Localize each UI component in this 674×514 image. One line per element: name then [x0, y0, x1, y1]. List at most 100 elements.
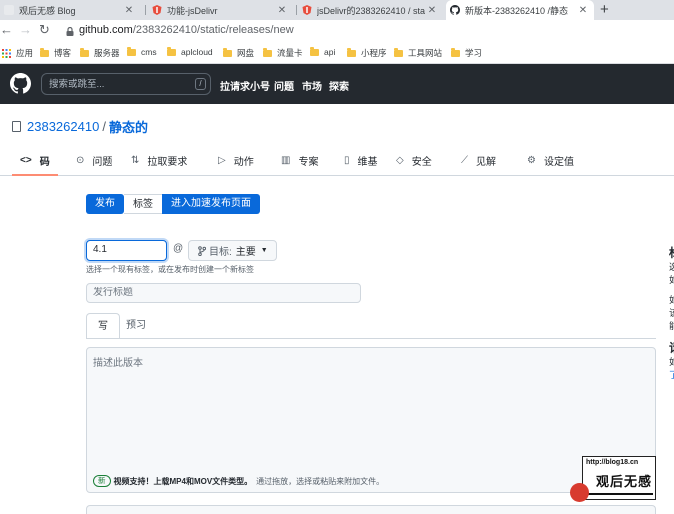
target-branch-dropdown[interactable]: 目标: 主要 ▼: [188, 240, 277, 261]
lock-icon[interactable]: [66, 27, 74, 36]
repo-owner-link[interactable]: 2383262410: [27, 119, 99, 134]
tab-projects[interactable]: ▥ 专案: [281, 146, 318, 175]
close-icon[interactable]: ✕: [576, 5, 590, 16]
sidebar-fragment: 如: [669, 295, 674, 305]
browser-tab-title: 新版本-2383262410 /静态: [465, 5, 569, 16]
tab-label: 动作: [233, 157, 254, 168]
tab-divider: [296, 5, 297, 15]
browser-tab-blog[interactable]: 观后无感 Blog ✕: [0, 0, 140, 20]
bookmark-label: 博客: [54, 48, 72, 58]
forward-arrow-icon[interactable]: →: [19, 22, 32, 37]
sidebar-fragment: 如: [669, 275, 674, 285]
browser-tab-title: 功能-jsDelivr: [167, 5, 218, 16]
tag-hint: 选择一个现有标签，或在发布时创建一个新标签: [86, 265, 254, 274]
tab-actions[interactable]: ▷ 动作: [218, 146, 254, 175]
bookmark-label: 服务器: [94, 48, 120, 58]
tag-button[interactable]: 标签: [124, 194, 162, 214]
tab-pull-requests[interactable]: ⇅ 拉取要求: [131, 146, 187, 175]
back-arrow-icon[interactable]: ←: [0, 22, 13, 37]
bookmark-label: api: [324, 47, 336, 57]
tab-code[interactable]: <> 码: [12, 146, 58, 176]
browser-tab-strip: 观后无感 Blog ✕ 功能-jsDelivr ✕ jsDelivr的23832…: [0, 0, 674, 20]
bookmark-apps[interactable]: 应用: [2, 47, 33, 59]
branch-icon: [198, 245, 206, 256]
sidebar-fragment-link[interactable]: 了: [669, 368, 674, 381]
tab-divider: [145, 5, 146, 15]
search-input[interactable]: [49, 77, 189, 91]
browser-tab-jsdelivr-static[interactable]: jsDelivr的2383262410 / static ✕: [298, 0, 443, 20]
watermark-name: 观后无感: [596, 475, 653, 490]
github-logo-icon[interactable]: [10, 73, 31, 94]
tag-field[interactable]: [86, 240, 167, 261]
chevron-down-icon: ▼: [260, 247, 268, 254]
blog-watermark: http://blog18.cn 观后无感: [570, 456, 656, 502]
tab-label: 设定值: [543, 157, 574, 168]
browser-tab-new-release[interactable]: 新版本-2383262410 /静态 ✕: [446, 0, 594, 20]
bookmark-folder[interactable]: aplcloud: [167, 46, 213, 57]
tab-wiki[interactable]: ▯ 维基: [344, 146, 378, 175]
bookmark-label: 学习: [465, 48, 483, 58]
new-badge: 新: [93, 475, 111, 487]
release-title-input[interactable]: [93, 287, 353, 298]
release-title-field[interactable]: [86, 283, 361, 303]
sidebar-fragment: 该: [669, 308, 674, 318]
description-editor: 新 视频支持！上载MP4和MOV文件类型。 通过拖放，选择或粘贴来附加文件。: [86, 347, 656, 493]
repo-name-link[interactable]: 静态的: [109, 117, 148, 136]
code-icon: <>: [20, 154, 32, 166]
github-search[interactable]: /: [41, 73, 211, 95]
tab-issues[interactable]: ⊙ 问题: [76, 146, 112, 175]
reload-icon[interactable]: ↻: [39, 22, 50, 38]
bookmark-label: 应用: [16, 48, 34, 58]
graph-icon: ⟋: [461, 155, 468, 166]
editor-tab-divider: [86, 338, 656, 339]
new-tab-button[interactable]: +: [600, 1, 609, 18]
bookmark-folder[interactable]: 博客: [40, 47, 71, 59]
bookmark-folder[interactable]: 服务器: [80, 47, 120, 59]
release-button[interactable]: 发布: [86, 194, 124, 214]
tab-security[interactable]: ◇ 安全: [396, 146, 432, 175]
bookmark-folder[interactable]: cms: [127, 46, 157, 57]
sidebar-fragment: 标: [669, 244, 674, 261]
address-bar[interactable]: github.com/2383262410/static/releases/ne…: [79, 24, 294, 36]
watermark-url: http://blog18.cn: [586, 459, 639, 466]
nav-pull-requests[interactable]: 拉请求小号: [220, 78, 270, 93]
attach-files-hint[interactable]: 通过拖放，选择或粘贴来附加文件。: [256, 476, 384, 487]
tab-label: 专案: [298, 157, 319, 168]
sidebar-fragment: 能: [669, 321, 674, 331]
bookmark-folder[interactable]: 流量卡: [263, 47, 303, 59]
bookmark-folder[interactable]: 小程序: [347, 47, 387, 59]
url-host: github.com: [79, 24, 133, 36]
tab-label: 问题: [92, 157, 113, 168]
tab-preview[interactable]: 预习: [115, 313, 157, 338]
nav-marketplace[interactable]: 市场: [302, 78, 322, 93]
nav-explore[interactable]: 探索: [329, 78, 349, 93]
browser-tab-jsdelivr-features[interactable]: 功能-jsDelivr ✕: [148, 0, 293, 20]
watermark-seal: [570, 483, 589, 502]
close-icon[interactable]: ✕: [122, 5, 136, 16]
folder-icon: [263, 47, 272, 57]
tab-insights[interactable]: ⟋ 见解: [461, 146, 496, 175]
breadcrumb-separator: /: [102, 119, 106, 134]
accelerated-release-button[interactable]: 进入加速发布页面: [162, 194, 260, 214]
gear-icon: ⚙: [527, 155, 536, 166]
folder-icon: [310, 46, 319, 56]
target-value: 主要: [235, 247, 256, 258]
shield-icon: ◇: [396, 155, 404, 166]
nav-issues[interactable]: 问题: [274, 78, 294, 93]
bookmark-label: aplcloud: [181, 47, 213, 57]
folder-icon: [127, 46, 136, 56]
pull-request-icon: ⇅: [131, 155, 140, 166]
tag-input[interactable]: [93, 244, 163, 255]
next-section-box: [86, 505, 656, 514]
tab-settings[interactable]: ⚙ 设定值: [527, 146, 574, 175]
bookmark-folder[interactable]: 工具网站: [394, 47, 442, 59]
tab-label: 见解: [476, 157, 496, 168]
close-icon[interactable]: ✕: [275, 5, 289, 16]
bookmark-folder[interactable]: api: [310, 46, 336, 57]
close-icon[interactable]: ✕: [425, 5, 439, 16]
bookmark-folder[interactable]: 网盘: [223, 47, 254, 59]
description-textarea[interactable]: [93, 354, 643, 454]
bookmark-folder[interactable]: 学习: [451, 47, 482, 59]
folder-icon: [223, 47, 232, 57]
folder-icon: [394, 47, 403, 57]
